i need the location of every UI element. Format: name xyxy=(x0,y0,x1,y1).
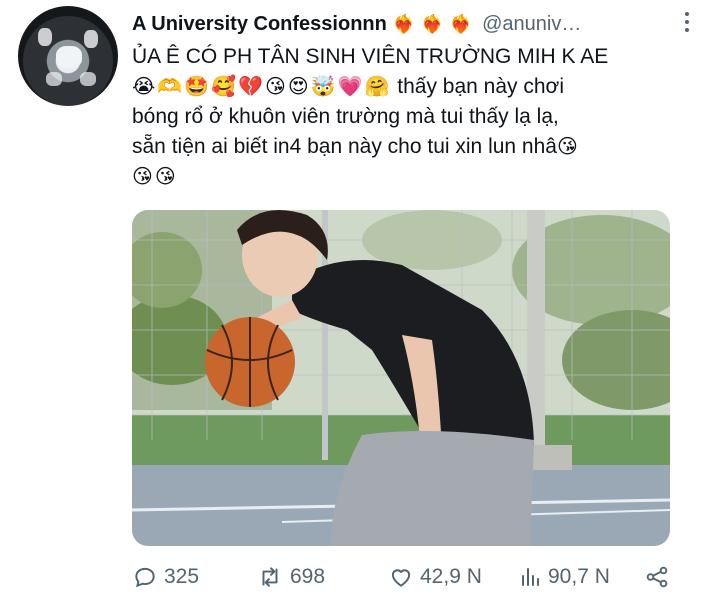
share-button[interactable] xyxy=(644,564,670,590)
tweet-actions: 325 698 42,9 N 90,7 N xyxy=(132,560,692,594)
emoji: 🤗 xyxy=(364,76,390,98)
avatar-hand-shape xyxy=(80,72,96,86)
more-icon[interactable] xyxy=(685,12,691,32)
emoji: 🤯 xyxy=(310,76,336,98)
heart-on-fire-icon: ❤‍🔥 xyxy=(392,14,416,34)
tweet-text-line: 😘 😘 xyxy=(132,162,702,192)
basketball-player-photo xyxy=(132,210,670,546)
tweet-photo[interactable] xyxy=(132,210,670,546)
heart-on-fire-icon: ❤‍🔥 xyxy=(421,14,444,34)
views-button[interactable]: 90,7 N xyxy=(518,564,610,590)
emoji: 🤩 xyxy=(184,76,210,98)
tweet-header: A University Confessionnn ❤‍🔥 ❤‍🔥 ❤‍🔥 @a… xyxy=(132,10,699,38)
tweet-text-line: bóng rổ ở khuôn viên trường mà tui thấy … xyxy=(132,105,559,128)
reply-button[interactable]: 325 xyxy=(132,564,199,590)
tweet-text-fragment: thấy bạn này chơi xyxy=(397,75,564,98)
views-icon xyxy=(522,568,539,586)
author-name[interactable]: A University Confessionnn xyxy=(132,13,387,36)
heart-on-fire-icon: ❤‍🔥 xyxy=(449,14,473,34)
author-handle[interactable]: @anuniv… xyxy=(482,13,581,36)
like-icon xyxy=(391,569,411,587)
emoji: 🥰 xyxy=(211,76,237,98)
views-count: 90,7 N xyxy=(548,565,610,588)
avatar-hands-shape xyxy=(56,46,82,68)
tweet-text-line: 😭 🫶 🤩 🥰 💔 😘 😍 🤯 💗 🤗 thấy bạn này chơi xyxy=(132,72,702,102)
retweet-icon xyxy=(262,567,278,587)
retweet-button[interactable]: 698 xyxy=(256,564,325,590)
avatar-hand-shape xyxy=(46,72,62,86)
reply-icon xyxy=(135,567,155,588)
like-button[interactable]: 42,9 N xyxy=(388,564,482,590)
emoji: 🫶 xyxy=(157,76,183,98)
tweet-text-fragment: sẵn tiện ai biết in4 bạn này cho tui xin… xyxy=(132,135,557,158)
author-name-emojis: ❤‍🔥 ❤‍🔥 ❤‍🔥 xyxy=(393,15,472,33)
retweet-count: 698 xyxy=(290,565,326,588)
emoji: 😘 xyxy=(556,136,578,158)
tweet-text-line: ỦA Ê CÓ PH TÂN SINH VIÊN TRƯỜNG MIH K AE xyxy=(132,45,609,68)
like-count: 42,9 N xyxy=(420,565,482,588)
avatar-hand-shape xyxy=(38,28,52,46)
share-icon xyxy=(646,566,668,588)
emoji: 💔 xyxy=(238,76,263,98)
emoji: 😘 xyxy=(265,76,286,98)
emoji: 😍 xyxy=(287,76,309,98)
tweet-text: ỦA Ê CÓ PH TÂN SINH VIÊN TRƯỜNG MIH K AE… xyxy=(132,42,702,192)
tweet-text-line: sẵn tiện ai biết in4 bạn này cho tui xin… xyxy=(132,132,702,162)
avatar-hand-shape xyxy=(84,30,98,48)
emoji: 💗 xyxy=(337,76,363,98)
emoji: 😘 xyxy=(154,166,176,188)
emoji-row: 😭 🫶 🤩 🥰 💔 😘 😍 🤯 💗 🤗 xyxy=(132,75,397,98)
avatar[interactable] xyxy=(18,6,118,106)
emoji: 😭 xyxy=(132,76,156,98)
reply-count: 325 xyxy=(164,565,200,588)
emoji: 😘 xyxy=(132,166,153,188)
